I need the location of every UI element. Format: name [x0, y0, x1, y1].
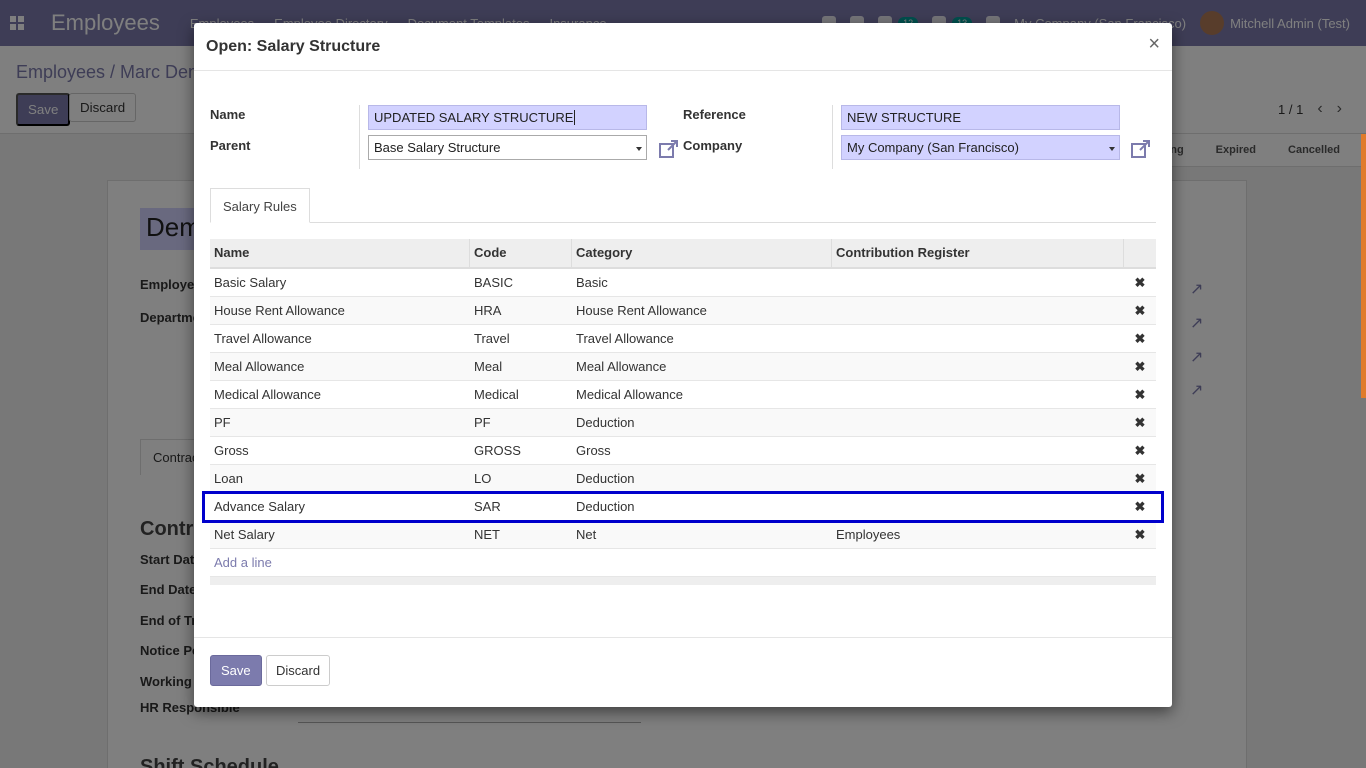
- delete-row-icon[interactable]: ✖: [1124, 297, 1156, 324]
- column-header-category[interactable]: Category: [572, 239, 832, 267]
- column-header-contribution-register[interactable]: Contribution Register: [832, 239, 1124, 267]
- rule-code-cell: GROSS: [474, 443, 521, 458]
- name-label: Name: [210, 107, 246, 122]
- rule-category-cell: Meal Allowance: [576, 359, 667, 374]
- delete-row-icon[interactable]: ✖: [1124, 521, 1156, 548]
- table-row[interactable]: House Rent Allowance HRA House Rent Allowa…: [210, 297, 1156, 325]
- table-row[interactable]: Meal Allowance Meal Meal Allowance ✖: [210, 353, 1156, 381]
- rule-register-cell: [832, 269, 1124, 296]
- company-select-value: My Company (San Francisco): [847, 140, 1019, 155]
- rule-code-cell: Medical: [474, 387, 519, 402]
- reference-label: Reference: [683, 107, 746, 122]
- rule-category-cell: Deduction: [576, 471, 635, 486]
- delete-row-icon[interactable]: ✖: [1124, 381, 1156, 408]
- rule-register-cell: [832, 353, 1124, 380]
- rule-name-cell: PF: [214, 415, 231, 430]
- add-line-link[interactable]: Add a line: [210, 549, 1156, 577]
- table-header: Name Code Category Contribution Register: [210, 239, 1156, 269]
- scrollbar[interactable]: [1361, 134, 1366, 398]
- notebook-tabs: Salary Rules: [210, 188, 1156, 223]
- rule-register-cell: [832, 465, 1124, 492]
- salary-structure-dialog: Open: Salary Structure × Name Parent UPD…: [194, 23, 1172, 707]
- delete-row-icon[interactable]: ✖: [1124, 409, 1156, 436]
- rule-name-cell: Net Salary: [214, 527, 275, 542]
- column-header-code[interactable]: Code: [470, 239, 572, 267]
- delete-row-icon[interactable]: ✖: [1124, 325, 1156, 352]
- chevron-down-icon: [636, 147, 642, 151]
- name-field[interactable]: UPDATED SALARY STRUCTURE: [368, 105, 647, 130]
- rule-register-cell: [832, 325, 1124, 352]
- close-icon[interactable]: ×: [1148, 33, 1160, 56]
- chevron-down-icon: [1109, 147, 1115, 151]
- table-row[interactable]: Basic Salary BASIC Basic ✖: [210, 269, 1156, 297]
- rule-code-cell: Meal: [474, 359, 503, 374]
- external-link-icon[interactable]: [1130, 138, 1152, 160]
- table-row[interactable]: Advance Salary SAR Deduction ✖: [202, 491, 1164, 523]
- table-row[interactable]: PF PF Deduction ✖: [210, 409, 1156, 437]
- table-row[interactable]: Travel Allowance Travel Travel Allowance ✖: [210, 325, 1156, 353]
- rule-code-cell: Travel: [474, 331, 510, 346]
- rule-code-cell: HRA: [474, 303, 502, 318]
- rule-category-cell: Basic: [576, 275, 608, 290]
- table-body: Basic Salary BASIC Basic ✖ House Rent Allowa…: [202, 269, 1164, 549]
- table-row[interactable]: Loan LO Deduction ✖: [210, 465, 1156, 493]
- rule-category-cell: Medical Allowance: [576, 387, 683, 402]
- rule-code-cell: BASIC: [474, 275, 514, 290]
- rule-name-cell: Advance Salary: [214, 499, 306, 514]
- table-row[interactable]: Gross GROSS Gross ✖: [210, 437, 1156, 465]
- rule-code-cell: SAR: [474, 499, 501, 514]
- rule-register-cell: Employees: [836, 527, 901, 542]
- rule-name-cell: Gross: [214, 443, 249, 458]
- delete-row-icon[interactable]: ✖: [1124, 269, 1156, 296]
- rule-category-cell: Deduction: [576, 499, 635, 514]
- external-link-icon[interactable]: [658, 138, 680, 160]
- rule-name-cell: Meal Allowance: [214, 359, 305, 374]
- rule-register-cell: [832, 437, 1124, 464]
- text-cursor: [574, 110, 576, 125]
- delete-row-icon[interactable]: ✖: [1124, 353, 1156, 380]
- column-header-name[interactable]: Name: [210, 239, 470, 267]
- rule-category-cell: Gross: [576, 443, 611, 458]
- column-header-actions: [1124, 239, 1156, 267]
- rule-code-cell: LO: [474, 471, 492, 486]
- table-row[interactable]: Medical Allowance Medical Medical Allowanc…: [210, 381, 1156, 409]
- company-label: Company: [683, 138, 743, 153]
- form-divider: [359, 105, 360, 169]
- rule-category-cell: Deduction: [576, 415, 635, 430]
- delete-row-icon[interactable]: ✖: [1124, 437, 1156, 464]
- parent-select[interactable]: Base Salary Structure: [368, 135, 647, 160]
- discard-button[interactable]: Discard: [266, 655, 331, 686]
- rule-register-cell: [832, 297, 1124, 324]
- rule-name-cell: Travel Allowance: [214, 331, 312, 346]
- delete-row-icon[interactable]: ✖: [1124, 493, 1156, 520]
- parent-select-value: Base Salary Structure: [374, 140, 501, 155]
- name-field-value: UPDATED SALARY STRUCTURE: [374, 110, 574, 125]
- company-select[interactable]: My Company (San Francisco): [841, 135, 1120, 160]
- rule-register-cell: [832, 493, 1124, 520]
- table-footer: [210, 577, 1156, 585]
- modal-footer: Save Discard: [194, 637, 1172, 707]
- tab-salary-rules[interactable]: Salary Rules: [210, 188, 310, 223]
- rule-name-cell: House Rent Allowance: [214, 303, 345, 318]
- rule-code-cell: PF: [474, 415, 491, 430]
- delete-row-icon[interactable]: ✖: [1124, 465, 1156, 492]
- rule-code-cell: NET: [474, 527, 500, 542]
- rule-category-cell: Net: [576, 527, 597, 542]
- rule-category-cell: House Rent Allowance: [576, 303, 707, 318]
- rule-register-cell: [832, 409, 1124, 436]
- modal-title: Open: Salary Structure: [206, 37, 381, 55]
- salary-rules-table: Name Code Category Contribution Register…: [202, 239, 1164, 585]
- form-divider: [832, 105, 833, 169]
- rule-register-cell: [832, 381, 1124, 408]
- save-button[interactable]: Save: [210, 655, 262, 686]
- modal-header: Open: Salary Structure ×: [194, 23, 1172, 71]
- rule-name-cell: Medical Allowance: [214, 387, 321, 402]
- rule-name-cell: Loan: [214, 471, 243, 486]
- table-row[interactable]: Net Salary NET Net Employees ✖: [210, 521, 1156, 549]
- reference-field[interactable]: NEW STRUCTURE: [841, 105, 1120, 130]
- structure-form: Name Parent UPDATED SALARY STRUCTURE Bas…: [210, 105, 1156, 169]
- parent-label: Parent: [210, 138, 251, 153]
- rule-category-cell: Travel Allowance: [576, 331, 674, 346]
- rule-name-cell: Basic Salary: [214, 275, 287, 290]
